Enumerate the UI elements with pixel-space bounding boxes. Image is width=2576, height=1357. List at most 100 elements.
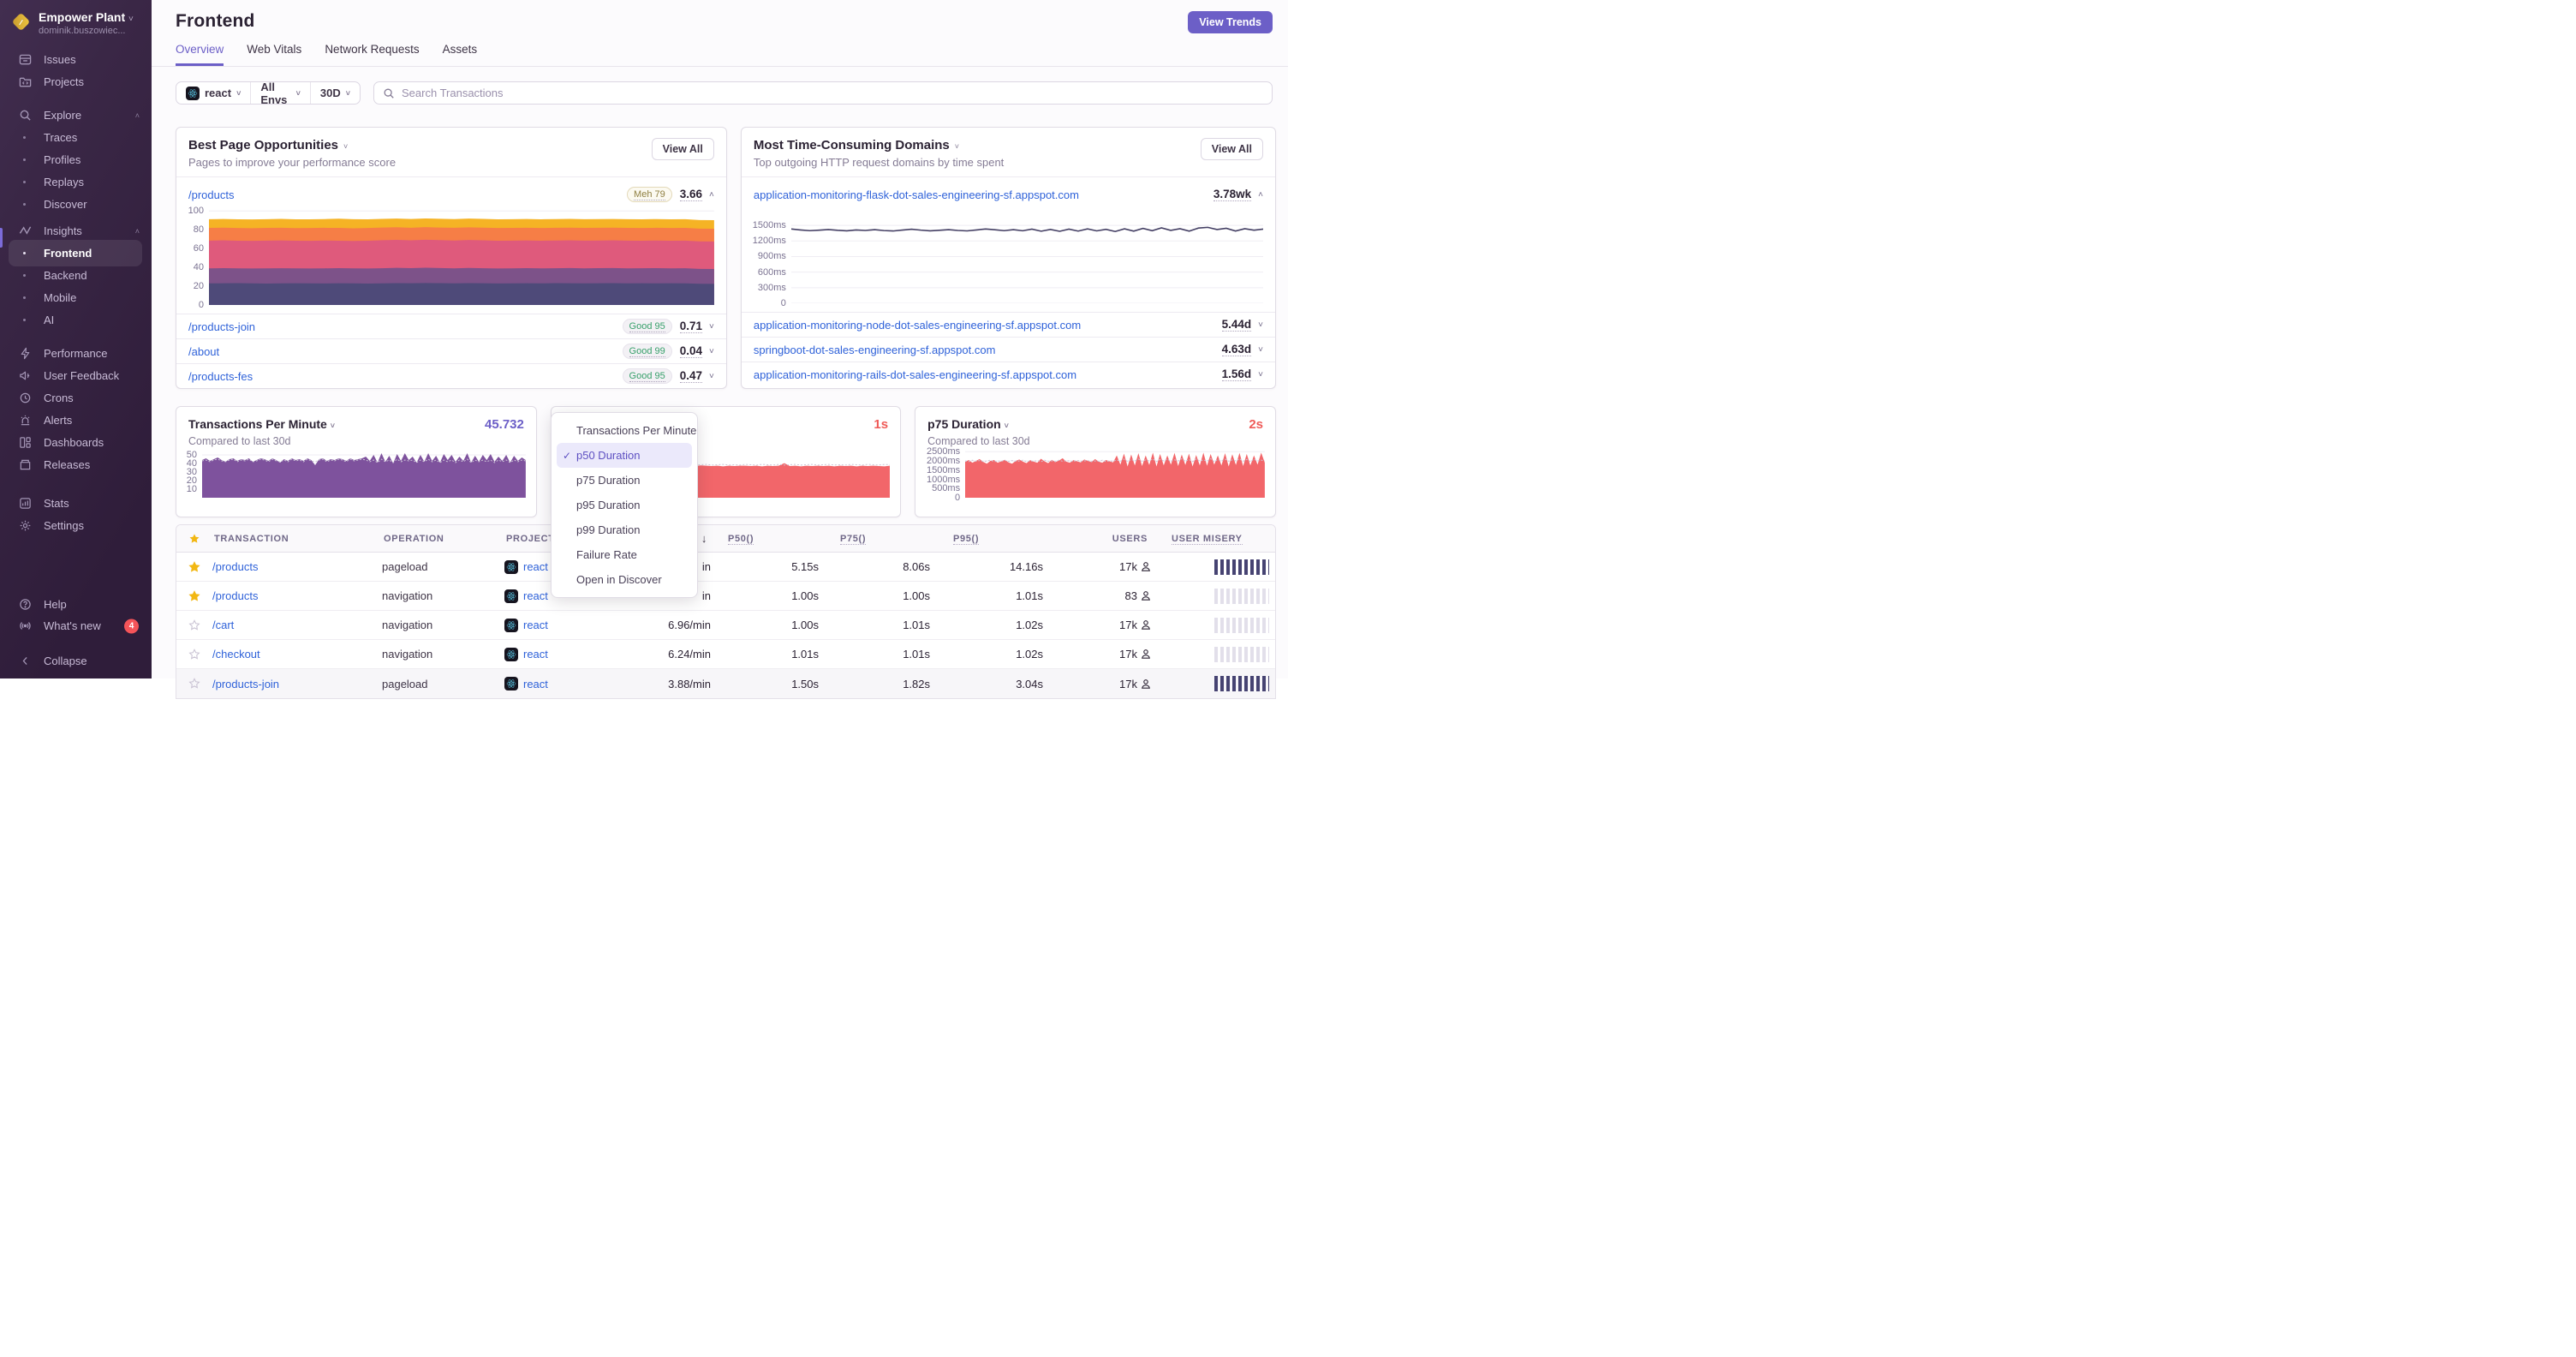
- chevron-down-icon[interactable]: ˅: [709, 347, 714, 356]
- chevron-up-icon[interactable]: ˄: [709, 190, 714, 200]
- sidebar-item-traces[interactable]: Traces: [0, 128, 152, 147]
- opportunity-row-products-fes[interactable]: /products-fes Good 95 0.47 ˅: [176, 363, 726, 388]
- domain-row-springboot[interactable]: springboot-dot-sales-engineering-sf.apps…: [741, 337, 1275, 362]
- search-transactions-input[interactable]: [402, 87, 1263, 99]
- transaction-link[interactable]: /cart: [212, 619, 234, 631]
- col-header-p50[interactable]: P50(): [711, 533, 819, 545]
- sidebar-group-explore[interactable]: Explore ˄: [0, 105, 152, 125]
- opportunity-row-products[interactable]: /products Meh 79 3.66 ˄: [176, 176, 726, 206]
- sidebar-item-performance[interactable]: Performance: [0, 344, 152, 363]
- domain-row-rails[interactable]: application-monitoring-rails-dot-sales-e…: [741, 362, 1275, 386]
- tab-assets[interactable]: Assets: [443, 43, 478, 66]
- tab-network-requests[interactable]: Network Requests: [325, 43, 419, 66]
- transaction-link[interactable]: /about: [188, 345, 219, 358]
- view-all-button[interactable]: View All: [651, 138, 714, 160]
- sidebar-item-releases[interactable]: Releases: [0, 455, 152, 475]
- date-range-filter[interactable]: 30D ˅: [309, 82, 360, 104]
- sidebar-item-help[interactable]: Help: [0, 594, 152, 615]
- transaction-link[interactable]: /products: [212, 589, 258, 602]
- sidebar-item-stats[interactable]: Stats: [0, 493, 152, 513]
- domain-link[interactable]: application-monitoring-node-dot-sales-en…: [754, 319, 1081, 332]
- project-link[interactable]: react: [523, 560, 548, 573]
- menu-item-p95[interactable]: p95 Duration: [552, 493, 697, 517]
- sidebar-item-backend[interactable]: Backend: [0, 266, 152, 285]
- domain-link[interactable]: application-monitoring-rails-dot-sales-e…: [754, 368, 1076, 381]
- chevron-down-icon[interactable]: ˅: [1258, 320, 1263, 330]
- col-header-p75[interactable]: P75(): [819, 533, 930, 545]
- chevron-up-icon[interactable]: ˄: [1258, 190, 1263, 200]
- view-trends-button[interactable]: View Trends: [1188, 11, 1273, 33]
- chevron-down-icon[interactable]: ˅: [1258, 345, 1263, 355]
- transaction-link[interactable]: /products-join: [212, 678, 279, 690]
- transaction-link[interactable]: /checkout: [212, 648, 260, 661]
- transaction-link[interactable]: /products-fes: [188, 370, 253, 383]
- transaction-link[interactable]: /products: [188, 188, 234, 201]
- transaction-link[interactable]: /products-join: [188, 320, 255, 333]
- sidebar-item-issues[interactable]: Issues: [0, 50, 152, 69]
- chevron-down-icon[interactable]: ˅: [709, 372, 714, 381]
- star-column-header[interactable]: [176, 533, 212, 545]
- sidebar-item-user-feedback[interactable]: User Feedback: [0, 366, 152, 386]
- sidebar-item-profiles[interactable]: Profiles: [0, 150, 152, 170]
- star-toggle[interactable]: [176, 619, 212, 631]
- domain-time-value: 1.56d: [1221, 368, 1252, 381]
- table-row[interactable]: /products-join pageload react 3.88/min 1…: [176, 669, 1275, 698]
- menu-item-tpm[interactable]: Transactions Per Minute: [552, 418, 697, 443]
- sidebar-collapse-button[interactable]: Collapse: [0, 650, 152, 672]
- environment-filter[interactable]: All Envs ˅: [250, 81, 310, 106]
- menu-item-p50[interactable]: ✓ p50 Duration: [557, 443, 692, 468]
- menu-item-open-discover[interactable]: Open in Discover: [552, 567, 697, 592]
- menu-item-p99[interactable]: p99 Duration: [552, 517, 697, 542]
- sidebar-item-projects[interactable]: Projects: [0, 72, 152, 92]
- org-switcher[interactable]: Empower Plant ˅ dominik.buszowiec...: [0, 0, 152, 36]
- menu-item-failure-rate[interactable]: Failure Rate: [552, 542, 697, 567]
- col-header-transaction[interactable]: TRANSACTION: [212, 534, 382, 544]
- opportunity-row-products-join[interactable]: /products-join Good 95 0.71 ˅: [176, 314, 726, 338]
- col-header-operation[interactable]: OPERATION: [382, 534, 504, 544]
- transaction-link[interactable]: /products: [212, 560, 258, 573]
- project-link[interactable]: react: [523, 589, 548, 602]
- col-header-user-misery[interactable]: USER MISERY: [1153, 533, 1275, 545]
- project-link[interactable]: react: [523, 678, 548, 690]
- chevron-down-icon[interactable]: ˅: [709, 322, 714, 332]
- domain-row-flask[interactable]: application-monitoring-flask-dot-sales-e…: [741, 176, 1275, 206]
- metric-selector[interactable]: Transactions Per Minute ˅: [188, 417, 335, 431]
- opportunity-row-about[interactable]: /about Good 99 0.04 ˅: [176, 338, 726, 363]
- sidebar-item-discover[interactable]: Discover: [0, 194, 152, 214]
- metric-selector[interactable]: p75 Duration ˅: [927, 417, 1009, 431]
- table-row[interactable]: /products navigation react in 1.00s 1.00…: [176, 582, 1275, 611]
- table-row[interactable]: /products pageload react in 5.15s 8.06s …: [176, 553, 1275, 582]
- opportunity-value: 3.66: [679, 188, 703, 201]
- project-filter[interactable]: react ˅: [176, 82, 250, 104]
- sidebar-item-frontend[interactable]: Frontend: [0, 240, 152, 266]
- col-header-p95[interactable]: P95(): [930, 533, 1043, 545]
- sidebar-item-mobile[interactable]: Mobile: [0, 288, 152, 308]
- view-all-button[interactable]: View All: [1200, 138, 1263, 160]
- project-link[interactable]: react: [523, 648, 548, 661]
- menu-item-p75[interactable]: p75 Duration: [552, 468, 697, 493]
- sidebar-item-replays[interactable]: Replays: [0, 172, 152, 192]
- domain-row-node[interactable]: application-monitoring-node-dot-sales-en…: [741, 312, 1275, 337]
- tab-web-vitals[interactable]: Web Vitals: [247, 43, 301, 66]
- panel-title[interactable]: Best Page Opportunities: [188, 138, 338, 152]
- domain-link[interactable]: application-monitoring-flask-dot-sales-e…: [754, 188, 1079, 201]
- domain-link[interactable]: springboot-dot-sales-engineering-sf.apps…: [754, 344, 996, 356]
- panel-title[interactable]: Most Time-Consuming Domains: [754, 138, 950, 152]
- sidebar-item-ai[interactable]: AI: [0, 310, 152, 330]
- table-row[interactable]: /cart navigation react 6.96/min 1.00s 1.…: [176, 611, 1275, 640]
- star-toggle[interactable]: [176, 589, 212, 602]
- table-row[interactable]: /checkout navigation react 6.24/min 1.01…: [176, 640, 1275, 669]
- col-header-users[interactable]: USERS: [1043, 534, 1153, 544]
- sidebar-group-insights[interactable]: Insights ˄: [0, 221, 152, 241]
- tab-overview[interactable]: Overview: [176, 43, 224, 66]
- star-toggle[interactable]: [176, 560, 212, 573]
- sidebar-item-alerts[interactable]: Alerts: [0, 410, 152, 430]
- star-toggle[interactable]: [176, 648, 212, 661]
- project-link[interactable]: react: [523, 619, 548, 631]
- sidebar-item-dashboards[interactable]: Dashboards: [0, 433, 152, 452]
- sidebar-item-whats-new[interactable]: What's new 4: [0, 615, 152, 637]
- chevron-down-icon[interactable]: ˅: [1258, 370, 1263, 380]
- star-toggle[interactable]: [176, 678, 212, 690]
- sidebar-item-crons[interactable]: Crons: [0, 388, 152, 408]
- sidebar-item-settings[interactable]: Settings: [0, 516, 152, 535]
